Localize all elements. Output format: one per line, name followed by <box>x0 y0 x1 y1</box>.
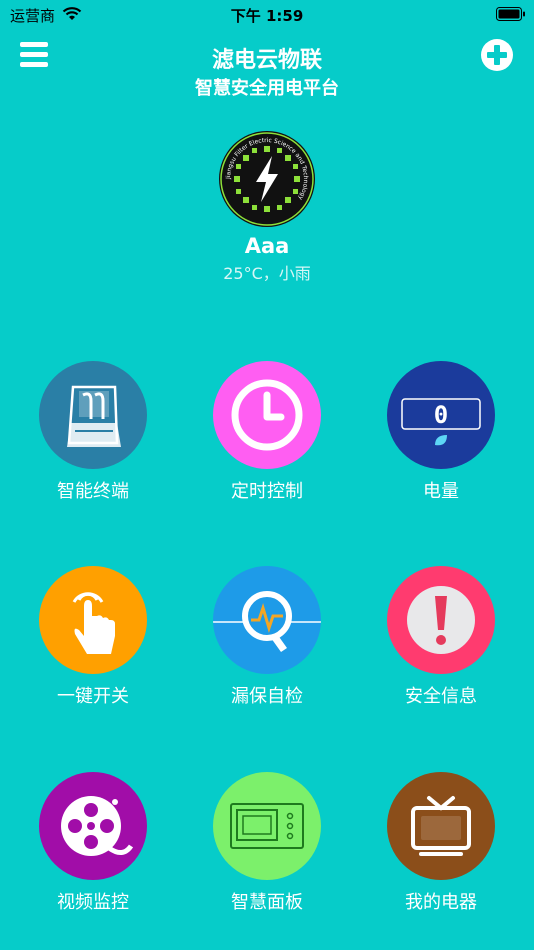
grid-item-timer-control[interactable]: 定时控制 <box>197 361 337 511</box>
grid-item-one-key-switch[interactable]: 一键开关 <box>23 566 163 716</box>
grid-item-my-appliances[interactable]: 我的电器 <box>371 772 511 922</box>
grid-item-power[interactable]: 0 电量 <box>371 361 511 511</box>
exclamation-icon <box>387 566 495 674</box>
user-name: Aaa <box>244 234 290 258</box>
grid-label: 电量 <box>423 481 459 502</box>
company-logo: Jiangsu Filter Electric Science and Tech… <box>218 130 316 228</box>
grid-item-smart-panel[interactable]: 智慧面板 <box>197 772 337 922</box>
grid-label: 智能终端 <box>57 481 129 502</box>
grid-label: 漏保自检 <box>231 686 303 707</box>
distribution-box-icon <box>39 361 147 469</box>
magnifier-wave-icon <box>213 566 321 674</box>
smart-panel-icon <box>213 772 321 880</box>
meter-value: 0 <box>434 401 448 429</box>
add-button[interactable] <box>480 38 514 72</box>
grid-item-video-monitor[interactable]: 视频监控 <box>23 772 163 922</box>
tv-icon <box>387 772 495 880</box>
finger-tap-icon <box>39 566 147 674</box>
grid-label: 视频监控 <box>57 892 129 913</box>
status-bar: 运营商 下午 1:59 <box>0 0 534 28</box>
grid-label: 安全信息 <box>405 686 477 707</box>
plus-circle-icon <box>481 39 513 71</box>
meter-display-icon: 0 <box>387 361 495 469</box>
grid-label: 智慧面板 <box>231 892 303 913</box>
grid-label: 定时控制 <box>231 481 303 502</box>
status-time: 下午 1:59 <box>230 7 304 25</box>
film-reel-icon <box>39 772 147 880</box>
grid-label: 我的电器 <box>405 892 477 913</box>
page-title: 滤电云物联 <box>211 48 322 73</box>
weather-text: 25°C，小雨 <box>223 264 311 283</box>
grid-label: 一键开关 <box>57 686 129 707</box>
page-subtitle: 智慧安全用电平台 <box>195 78 339 99</box>
clock-icon <box>213 361 321 469</box>
grid-item-smart-terminal[interactable]: 智能终端 <box>23 361 163 511</box>
grid-item-safety-info[interactable]: 安全信息 <box>371 566 511 716</box>
battery-icon <box>496 6 526 25</box>
header: 滤电云物联 智慧安全用电平台 <box>0 34 534 104</box>
grid-item-leakage-test[interactable]: 漏保自检 <box>197 566 337 716</box>
